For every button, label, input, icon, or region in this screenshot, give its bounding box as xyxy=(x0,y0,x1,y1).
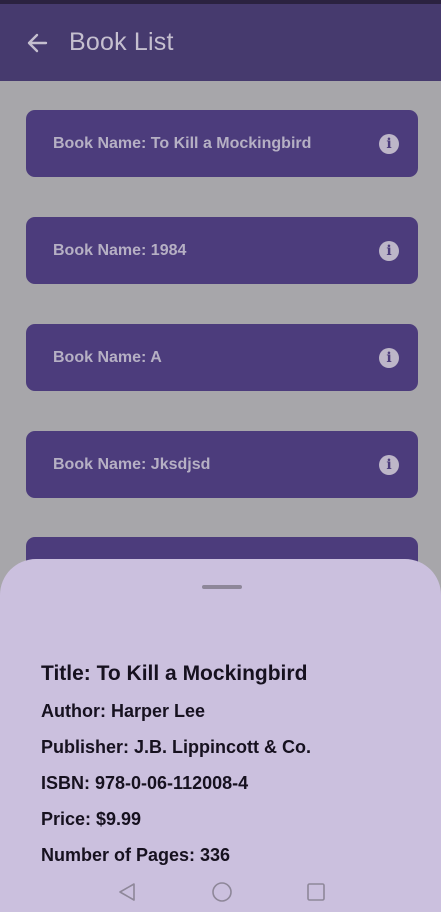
book-card[interactable]: Book Name: To Kill a Mockingbird i xyxy=(26,110,418,177)
detail-title: Title: To Kill a Mockingbird xyxy=(41,662,308,685)
nav-recents-button[interactable] xyxy=(305,881,327,903)
nav-home-icon xyxy=(212,882,232,902)
app-bar: Book List xyxy=(0,4,441,81)
book-card[interactable]: Book Name: 1984 i xyxy=(26,217,418,284)
info-icon[interactable]: i xyxy=(379,133,399,154)
nav-home-button[interactable] xyxy=(211,881,233,903)
back-button[interactable] xyxy=(22,28,52,58)
system-nav-bar xyxy=(0,872,441,912)
book-card[interactable]: Book Name: A i xyxy=(26,324,418,391)
nav-back-icon xyxy=(119,883,135,901)
drag-handle[interactable] xyxy=(202,585,242,589)
book-name-label: Book Name: 1984 xyxy=(53,241,187,259)
book-name-label: Book Name: Jksdjsd xyxy=(53,455,211,473)
info-icon[interactable]: i xyxy=(379,347,399,368)
book-name-label: Book Name: To Kill a Mockingbird xyxy=(53,134,312,152)
info-icon[interactable]: i xyxy=(379,454,399,475)
detail-price: Price: $9.99 xyxy=(41,809,142,829)
detail-author: Author: Harper Lee xyxy=(41,701,206,721)
detail-publisher: Publisher: J.B. Lippincott & Co. xyxy=(41,737,311,757)
nav-back-button[interactable] xyxy=(116,881,138,903)
book-card[interactable]: Book Name: Jksdjsd i xyxy=(26,431,418,498)
book-details-sheet: Title: To Kill a Mockingbird Author: Har… xyxy=(0,559,441,912)
page-title: Book List xyxy=(69,28,174,56)
arrow-back-icon xyxy=(27,33,48,52)
info-icon[interactable]: i xyxy=(379,240,399,261)
book-details: Title: To Kill a Mockingbird Author: Har… xyxy=(41,659,311,878)
nav-recents-icon xyxy=(307,883,325,901)
book-name-label: Book Name: A xyxy=(53,348,162,366)
detail-isbn: ISBN: 978-0-06-112008-4 xyxy=(41,773,249,793)
